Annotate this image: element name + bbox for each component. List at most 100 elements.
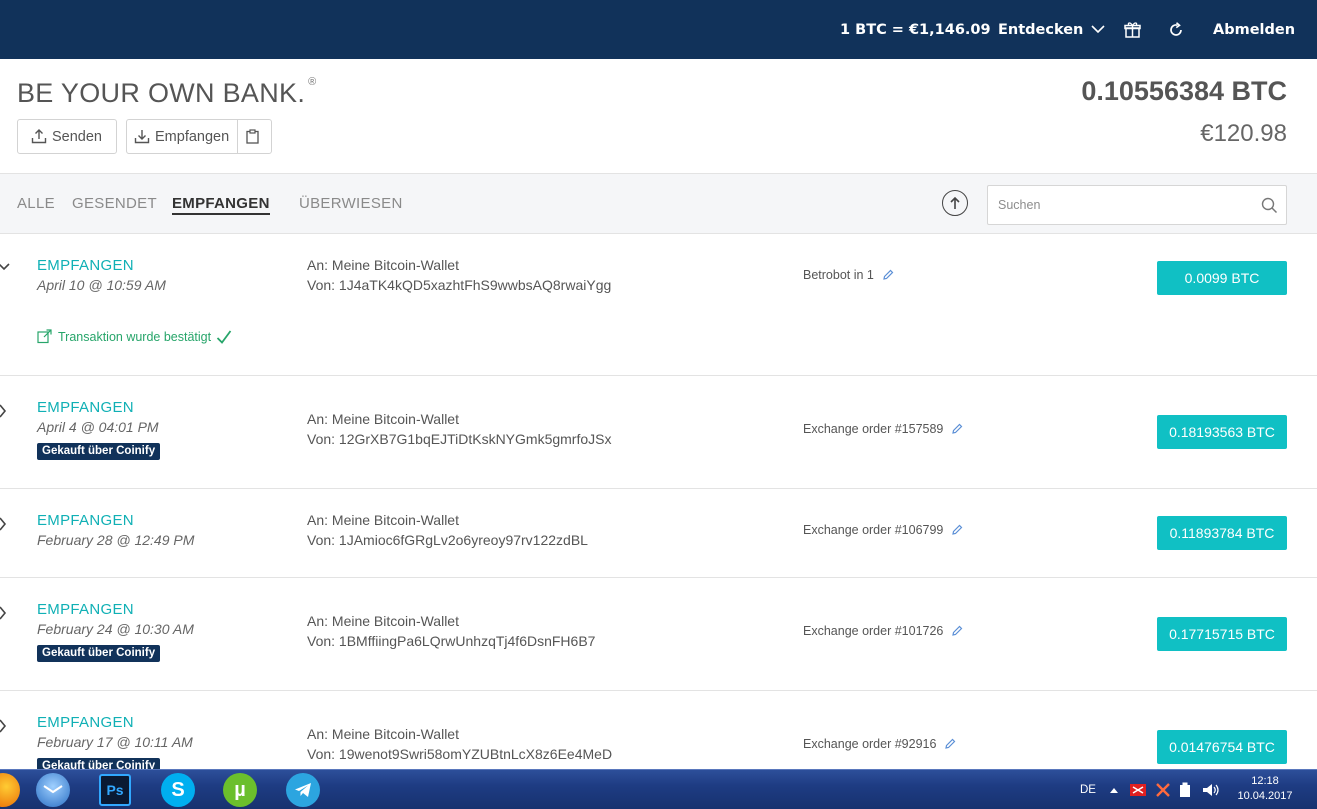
transaction-row[interactable]: EMPFANGEN April 4 @ 04:01 PM Gekauft übe… <box>0 376 1317 489</box>
skype-icon[interactable]: S <box>161 773 195 807</box>
transaction-note: Exchange order #92916 <box>803 737 956 751</box>
transaction-date: April 4 @ 04:01 PM <box>37 419 159 435</box>
transaction-date: February 24 @ 10:30 AM <box>37 621 194 637</box>
chevron-down-icon[interactable] <box>0 262 12 272</box>
tab-sent[interactable]: GESENDET <box>72 195 157 212</box>
transaction-date: February 17 @ 10:11 AM <box>37 734 193 750</box>
amount-button[interactable]: 0.0099 BTC <box>1157 261 1287 295</box>
transaction-to: An: Meine Bitcoin-Wallet <box>307 411 459 427</box>
firefox-icon[interactable] <box>0 773 20 807</box>
tab-all[interactable]: ALLE <box>17 195 55 212</box>
transaction-from: Von: 1JAmioc6fGRgLv2o6yreoy97rv122zdBL <box>307 532 588 548</box>
windows-taskbar: Ps S µ DE 12:18 10.04.2017 <box>0 769 1317 809</box>
note-text: Exchange order #157589 <box>803 422 944 436</box>
tray-tool-icon[interactable] <box>1155 770 1171 809</box>
registered-mark: ® <box>308 76 317 88</box>
brand-slogan: BE YOUR OWN BANK. ® <box>17 76 317 109</box>
transaction-type: EMPFANGEN <box>37 601 134 618</box>
search-input[interactable] <box>988 186 1248 224</box>
filter-bar: ALLE GESENDET EMPFANGEN ÜBERWIESEN <box>0 173 1317 234</box>
download-icon <box>134 130 150 144</box>
tab-transferred[interactable]: ÜBERWIESEN <box>299 195 403 212</box>
transaction-date: February 28 @ 12:49 PM <box>37 532 195 548</box>
clock-time: 12:18 <box>1251 775 1279 787</box>
explore-menu[interactable]: Entdecken <box>998 0 1105 59</box>
chevron-right-icon[interactable] <box>0 404 8 418</box>
explore-label: Entdecken <box>998 21 1084 38</box>
transaction-from: Von: 12GrXB7G1bqEJTiDtKskNYGmk5gmrfoJSx <box>307 431 612 447</box>
clipboard-icon <box>245 129 259 144</box>
pencil-icon[interactable] <box>951 625 963 637</box>
confirmation-text: Transaktion wurde bestätigt <box>58 329 212 344</box>
gift-icon[interactable] <box>1124 0 1141 59</box>
coinify-badge: Gekauft über Coinify <box>37 758 161 769</box>
pencil-icon[interactable] <box>944 738 956 750</box>
transaction-note: Exchange order #157589 <box>803 422 963 436</box>
note-text: Exchange order #92916 <box>803 737 937 751</box>
chevron-right-icon[interactable] <box>0 719 8 733</box>
pencil-icon[interactable] <box>882 269 894 281</box>
utorrent-icon[interactable]: µ <box>223 773 257 807</box>
top-nav: 1 BTC = €1,146.09 Entdecken Abmelden <box>0 0 1317 59</box>
transaction-to: An: Meine Bitcoin-Wallet <box>307 512 459 528</box>
amount-button[interactable]: 0.17715715 BTC <box>1157 617 1287 651</box>
transaction-from: Von: 19wenot9Swri58omYZUBtnLcX8z6Ee4MeD <box>307 746 613 762</box>
external-link-icon <box>37 329 52 344</box>
note-text: Exchange order #101726 <box>803 624 944 638</box>
coinify-badge: Gekauft über Coinify <box>37 645 161 662</box>
telegram-icon[interactable] <box>286 773 320 807</box>
transaction-note: Exchange order #106799 <box>803 523 963 537</box>
transaction-to: An: Meine Bitcoin-Wallet <box>307 726 459 742</box>
transaction-row[interactable]: EMPFANGEN February 24 @ 10:30 AM Gekauft… <box>0 578 1317 691</box>
receive-label: Empfangen <box>155 128 230 145</box>
note-text: Exchange order #106799 <box>803 523 944 537</box>
transaction-from: Von: 1J4aTK4kQD5xazhtFhS9wwbsAQ8rwaiYgg <box>307 277 612 293</box>
photoshop-icon[interactable]: Ps <box>99 774 131 806</box>
logout-link[interactable]: Abmelden <box>1213 0 1295 59</box>
tab-received[interactable]: EMPFANGEN <box>172 195 270 215</box>
tray-expand-icon[interactable] <box>1110 770 1118 809</box>
brand-text: BE YOUR OWN BANK. <box>17 78 306 108</box>
transaction-to: An: Meine Bitcoin-Wallet <box>307 257 459 273</box>
language-indicator[interactable]: DE <box>1080 770 1096 809</box>
transaction-type: EMPFANGEN <box>37 512 134 529</box>
chevron-right-icon[interactable] <box>0 517 8 531</box>
refresh-icon[interactable] <box>1168 0 1184 59</box>
tray-app-icon[interactable] <box>1130 770 1146 809</box>
upload-icon <box>31 129 47 144</box>
amount-button[interactable]: 0.01476754 BTC <box>1157 730 1287 764</box>
transaction-row[interactable]: EMPFANGEN February 28 @ 12:49 PM An: Mei… <box>0 489 1317 578</box>
pencil-icon[interactable] <box>951 423 963 435</box>
wallet-header: BE YOUR OWN BANK. ® Senden Empfangen 0.10… <box>0 59 1317 173</box>
transaction-note: Exchange order #101726 <box>803 624 963 638</box>
transaction-note: Betrobot in 1 <box>803 268 894 282</box>
export-icon[interactable] <box>942 190 968 216</box>
thunderbird-icon[interactable] <box>36 773 70 807</box>
receive-button[interactable]: Empfangen <box>126 119 238 154</box>
pencil-icon[interactable] <box>951 524 963 536</box>
transaction-from: Von: 1BMffiingPa6LQrwUnhzqTj4f6DsnFH6B7 <box>307 633 596 649</box>
transaction-row[interactable]: EMPFANGEN April 10 @ 10:59 AM An: Meine … <box>0 234 1317 376</box>
amount-button[interactable]: 0.18193563 BTC <box>1157 415 1287 449</box>
note-text: Betrobot in 1 <box>803 268 874 282</box>
send-label: Senden <box>52 128 102 145</box>
search-box <box>987 185 1287 225</box>
send-button[interactable]: Senden <box>17 119 117 154</box>
confirmation-status[interactable]: Transaktion wurde bestätigt <box>37 329 238 344</box>
transaction-to: An: Meine Bitcoin-Wallet <box>307 613 459 629</box>
checkmark-icon <box>216 329 232 344</box>
transaction-type: EMPFANGEN <box>37 714 134 731</box>
balance-btc: 0.10556384 BTC <box>1081 76 1287 106</box>
search-icon[interactable] <box>1261 197 1278 214</box>
transaction-row[interactable]: EMPFANGEN February 17 @ 10:11 AM Gekauft… <box>0 691 1317 769</box>
btc-rate: 1 BTC = €1,146.09 <box>840 21 991 38</box>
chevron-right-icon[interactable] <box>0 606 8 620</box>
power-icon[interactable] <box>1179 770 1191 809</box>
clock-date: 10.04.2017 <box>1237 790 1293 802</box>
system-clock[interactable]: 12:18 10.04.2017 <box>1230 774 1300 804</box>
clipboard-button[interactable] <box>237 119 272 154</box>
volume-icon[interactable] <box>1202 770 1220 809</box>
coinify-badge: Gekauft über Coinify <box>37 443 161 460</box>
amount-button[interactable]: 0.11893784 BTC <box>1157 516 1287 550</box>
transaction-type: EMPFANGEN <box>37 257 134 274</box>
